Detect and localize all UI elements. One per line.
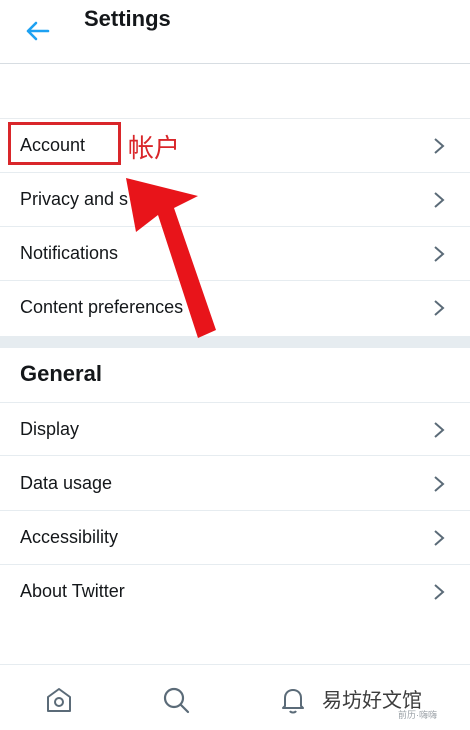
- chevron-right-icon: [434, 138, 445, 154]
- annotation-label: 帐户: [128, 134, 181, 164]
- chevron-right-icon: [434, 300, 445, 316]
- settings-item-content-preferences[interactable]: Content preferences: [0, 281, 470, 335]
- annotation-highlight-box: [8, 122, 121, 165]
- chevron-right-icon: [434, 192, 445, 208]
- chevron-right-icon: [434, 584, 445, 600]
- settings-item-label: Accessibility: [20, 527, 119, 547]
- header-bar: Settings: [0, 0, 470, 64]
- settings-item-about-twitter[interactable]: About Twitter: [0, 565, 470, 619]
- home-icon[interactable]: [44, 685, 74, 715]
- settings-item-label: Data usage: [20, 473, 113, 493]
- settings-item-data-usage[interactable]: Data usage: [0, 457, 470, 511]
- annotation-arrow-icon: [126, 178, 216, 338]
- settings-item-privacy[interactable]: Privacy and s: [0, 173, 470, 227]
- chevron-right-icon: [434, 246, 445, 262]
- settings-item-label: Notifications: [20, 243, 119, 263]
- arrow-left-icon[interactable]: [22, 18, 52, 44]
- chevron-right-icon: [434, 476, 445, 492]
- settings-item-accessibility[interactable]: Accessibility: [0, 511, 470, 565]
- settings-item-label: About Twitter: [20, 581, 125, 601]
- bell-icon[interactable]: [278, 685, 308, 715]
- settings-item-label: Privacy and s: [20, 189, 129, 209]
- page-title: Settings: [84, 6, 171, 31]
- section-title-general: General: [20, 361, 102, 386]
- search-icon[interactable]: [161, 685, 191, 715]
- settings-item-label: Display: [20, 419, 80, 439]
- section-separator: [0, 336, 470, 348]
- chevron-right-icon: [434, 422, 445, 438]
- watermark-small: 前历·嗨嗨: [398, 710, 437, 720]
- chevron-right-icon: [434, 530, 445, 546]
- settings-item-notifications[interactable]: Notifications: [0, 227, 470, 281]
- settings-item-display[interactable]: Display: [0, 402, 470, 456]
